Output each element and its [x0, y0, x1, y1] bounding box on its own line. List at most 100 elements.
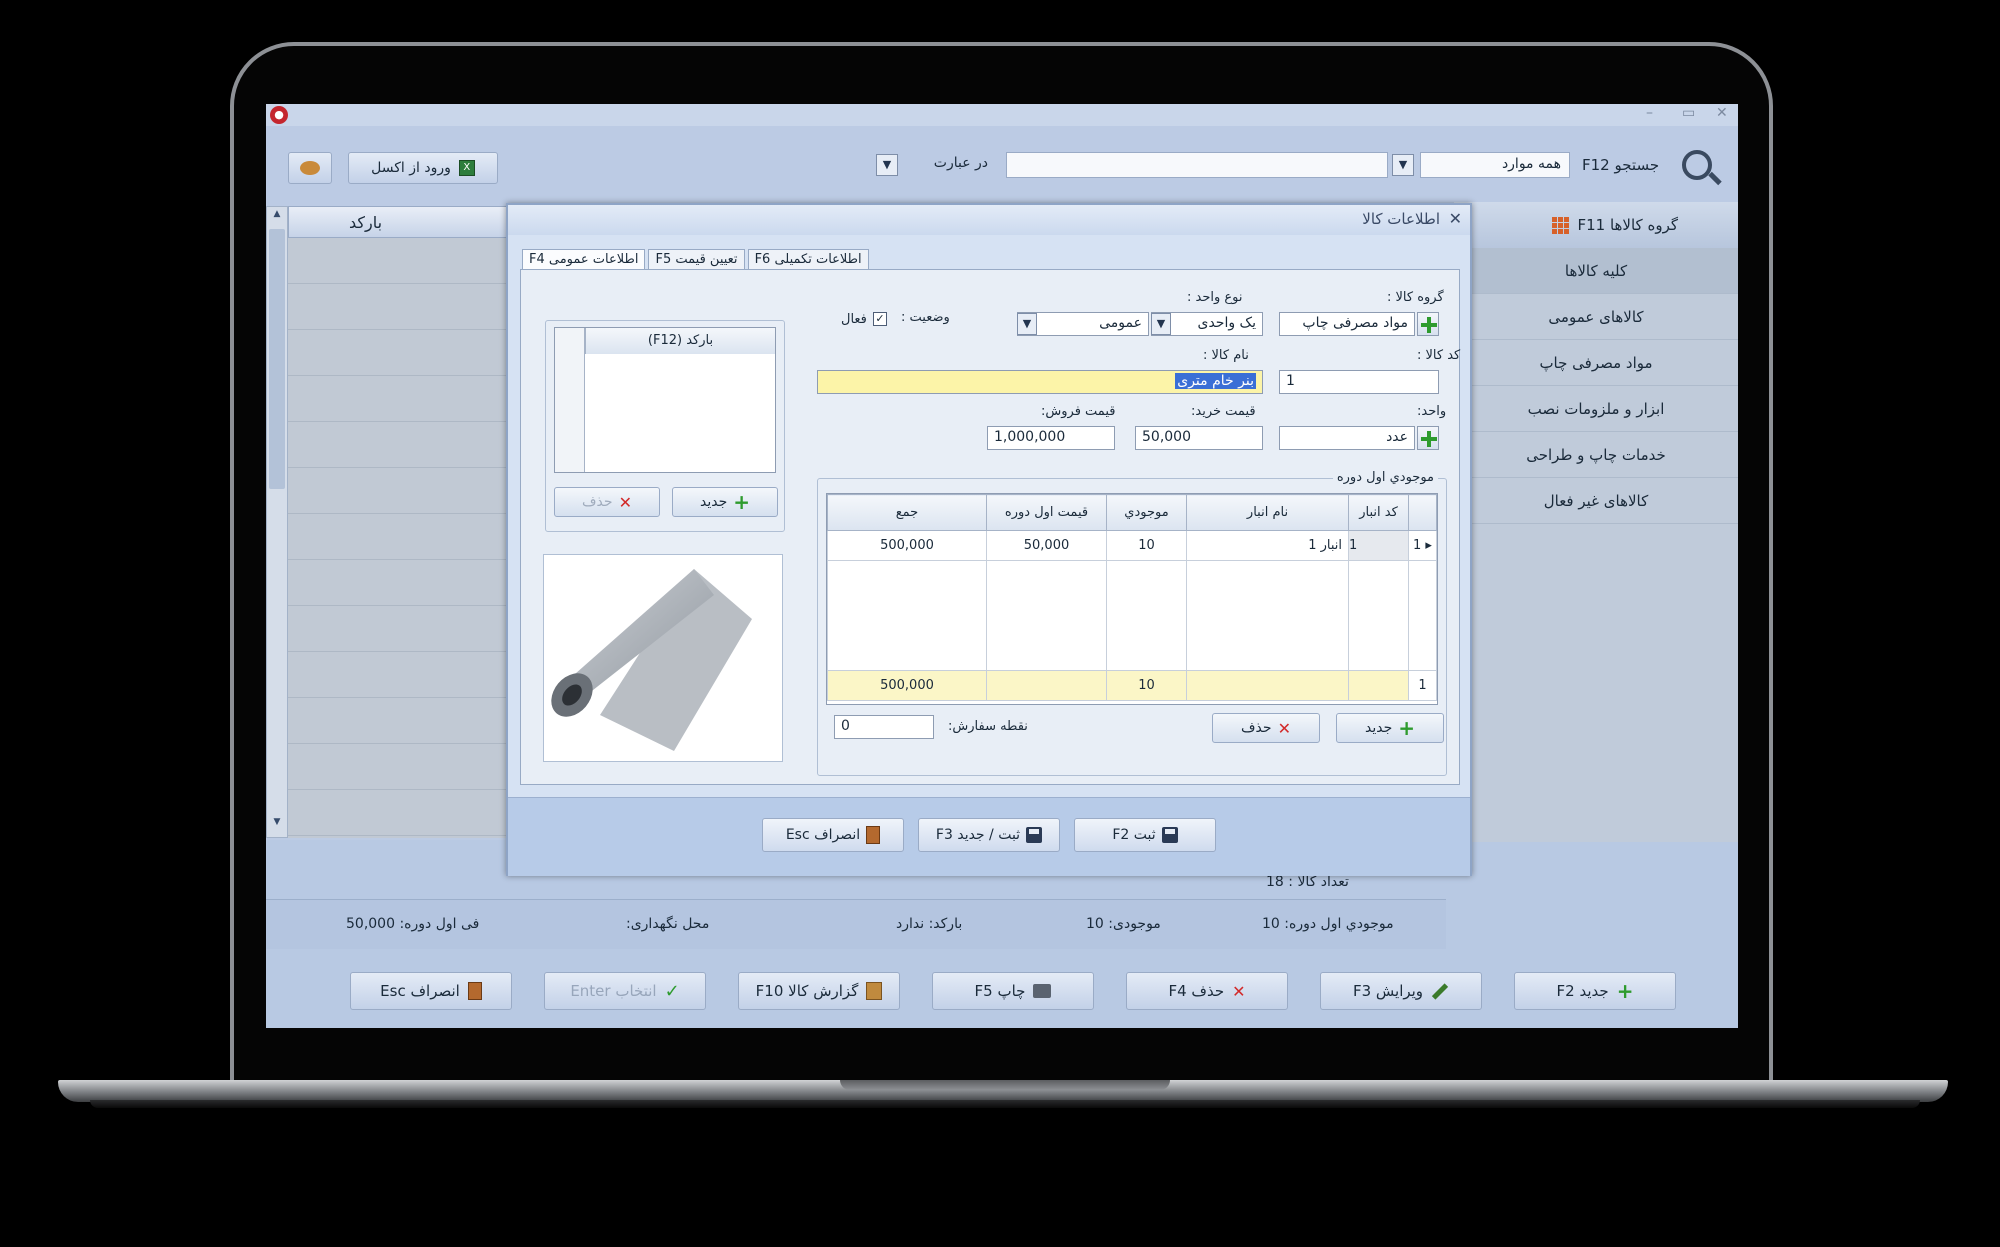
goods-group-panel: گروه کالاها F11 کلیه کالاها کالاهای عموم…: [1454, 202, 1738, 842]
table-row[interactable]: ▸ 1 1 انبار 1 10 50,000 500,000: [827, 530, 1437, 561]
add-unit-button[interactable]: [1417, 426, 1439, 450]
search-icon[interactable]: [1682, 150, 1712, 180]
cancel-label: انصراف Esc: [380, 982, 460, 1000]
barcode-group: بارکد (F12) + جدید ✕ حذف: [545, 320, 785, 532]
close-icon[interactable]: ✕: [1449, 209, 1462, 228]
group-item-inactive[interactable]: کالاهای غیر فعال: [1454, 478, 1738, 524]
plus-icon: +: [733, 490, 751, 514]
col-opening-price[interactable]: قیمت اول دوره: [986, 494, 1107, 531]
delete-icon: ✕: [1232, 981, 1246, 1001]
tab-extra-info[interactable]: اطلاعات تکمیلی F6: [747, 249, 869, 271]
minimize-icon[interactable]: –: [1646, 105, 1653, 121]
edit-item-button[interactable]: ویرایش F3: [1320, 972, 1482, 1010]
code-input[interactable]: 1: [1279, 370, 1439, 394]
buy-price-input[interactable]: 50,000: [1135, 426, 1263, 450]
info-opening-stock: موجودي اول دوره: 10: [1262, 916, 1394, 932]
scroll-up-icon[interactable]: ▲: [269, 209, 285, 225]
barcode-row-header: [555, 328, 585, 472]
toolbar: جستجو F12 همه موارد ▼ در عبارت ▼ X ورود …: [266, 126, 1738, 202]
print-button[interactable]: چاپ F5: [932, 972, 1094, 1010]
info-stock: موجودی: 10: [1086, 916, 1161, 932]
new-item-button[interactable]: + جدید F2: [1514, 972, 1676, 1010]
add-group-button[interactable]: [1417, 312, 1439, 336]
add-stock-row-button[interactable]: + جدید: [1336, 713, 1444, 743]
group-item-general[interactable]: کالاهای عمومی: [1454, 294, 1738, 340]
chevron-down-icon[interactable]: ▼: [1151, 313, 1171, 335]
col-warehouse-code[interactable]: کد انبار: [1348, 494, 1409, 531]
item-report-label: گزارش کالا F10: [755, 982, 859, 1000]
add-barcode-button[interactable]: + جدید: [672, 487, 778, 517]
total-empty-cell: [1348, 670, 1409, 701]
scroll-down-icon[interactable]: ▼: [269, 817, 285, 833]
row-number-text: 1: [1413, 538, 1422, 553]
chevron-down-icon[interactable]: ▼: [876, 154, 898, 176]
reorder-label: نقطه سفارش:: [948, 719, 1028, 734]
search-input[interactable]: [1006, 152, 1388, 178]
group-item-all[interactable]: کلیه کالاها: [1454, 248, 1738, 294]
cell-stock[interactable]: 10: [1106, 530, 1187, 561]
delete-item-button[interactable]: ✕ حذف F4: [1126, 972, 1288, 1010]
dialog-cancel-button[interactable]: انصراف Esc: [762, 818, 904, 852]
info-bar: موجودي اول دوره: 10 موجودی: 10 بارکد: ند…: [266, 899, 1446, 949]
product-image[interactable]: [543, 554, 783, 762]
cancel-button[interactable]: انصراف Esc: [350, 972, 512, 1010]
group-item-print-services[interactable]: خدمات چاپ و طراحی: [1454, 432, 1738, 478]
close-window-icon[interactable]: ✕: [1716, 105, 1728, 121]
opening-stock-title: موجودي اول دوره: [1332, 470, 1438, 485]
print-label: چاپ F5: [974, 982, 1026, 1000]
opening-stock-table: کد انبار نام انبار موجودي قیمت اول دوره …: [826, 493, 1438, 705]
maximize-icon[interactable]: ▭: [1682, 105, 1695, 121]
unit-select[interactable]: عدد: [1279, 426, 1415, 450]
plus-icon: +: [1398, 716, 1416, 740]
save-label: ثبت F2: [1112, 827, 1156, 843]
total-amount: 500,000: [827, 670, 987, 701]
chevron-down-icon[interactable]: ▼: [1017, 313, 1037, 335]
tab-general-info[interactable]: اطلاعات عمومی F4: [522, 249, 646, 271]
delete-item-label: حذف F4: [1168, 982, 1225, 1000]
save-new-label: ثبت / جدید F3: [935, 827, 1021, 843]
scroll-thumb[interactable]: [269, 229, 285, 489]
app-titlebar: ● – ▭ ✕: [266, 104, 1738, 126]
chevron-down-icon[interactable]: ▼: [1392, 154, 1414, 176]
code-label: کد کالا :: [1417, 348, 1461, 363]
group-select[interactable]: مواد مصرفی چاپ: [1279, 312, 1415, 336]
select-button[interactable]: ✓ انتخاب Enter: [544, 972, 706, 1010]
cell-opening-price[interactable]: 50,000: [986, 530, 1107, 561]
search-label: جستجو F12: [1582, 156, 1660, 174]
total-row: 1 10 500,000: [827, 670, 1437, 701]
printer-icon: [1033, 984, 1052, 998]
tab-pricing[interactable]: تعیین قیمت F5: [648, 249, 745, 271]
delete-barcode-button[interactable]: ✕ حذف: [554, 487, 660, 517]
reorder-input[interactable]: 0: [834, 715, 934, 739]
edit-item-label: ویرایش F3: [1352, 982, 1424, 1000]
group-item-install-tools[interactable]: ابزار و ملزومات نصب: [1454, 386, 1738, 432]
active-checkbox[interactable]: ✓: [873, 312, 887, 326]
save-new-button[interactable]: ثبت / جدید F3: [918, 818, 1060, 852]
col-stock[interactable]: موجودي: [1106, 494, 1187, 531]
import-excel-button[interactable]: X ورود از اکسل: [348, 152, 498, 184]
general-info-panel: گروه کالا : مواد مصرفی چاپ نوع واحد : یک…: [520, 269, 1460, 785]
import-excel-label: ورود از اکسل: [371, 160, 451, 176]
group-item-print-supplies[interactable]: مواد مصرفی چاپ: [1454, 340, 1738, 386]
cell-warehouse-name[interactable]: انبار 1: [1186, 530, 1349, 561]
grid-scrollbar[interactable]: ▲ ▼: [266, 206, 288, 838]
cell-total[interactable]: 500,000: [827, 530, 987, 561]
row-header-cell: [1408, 494, 1437, 531]
opening-stock-group: موجودي اول دوره کد انبار نام انبار موجود…: [817, 470, 1447, 776]
search-scope-select[interactable]: همه موارد: [1420, 152, 1570, 178]
item-report-button[interactable]: گزارش کالا F10: [738, 972, 900, 1010]
theme-button[interactable]: [288, 152, 332, 184]
col-total[interactable]: جمع: [827, 494, 987, 531]
sell-price-input[interactable]: 1,000,000: [987, 426, 1115, 450]
barcode-column-header[interactable]: بارکد: [349, 213, 382, 232]
col-warehouse-name[interactable]: نام انبار: [1186, 494, 1349, 531]
name-input[interactable]: بنر خام متری: [817, 370, 1263, 394]
save-button[interactable]: ثبت F2: [1074, 818, 1216, 852]
barcode-column-header[interactable]: بارکد (F12): [585, 328, 775, 354]
delete-stock-row-button[interactable]: ✕ حذف: [1212, 713, 1320, 743]
total-empty-cell: [1186, 670, 1349, 701]
dialog-footer: ثبت F2 ثبت / جدید F3 انصراف Esc: [508, 797, 1470, 876]
dialog-title: اطلاعات کالا: [508, 205, 1470, 235]
cell-warehouse-code[interactable]: 1: [1348, 530, 1409, 561]
app-logo-icon: ●: [270, 106, 288, 124]
